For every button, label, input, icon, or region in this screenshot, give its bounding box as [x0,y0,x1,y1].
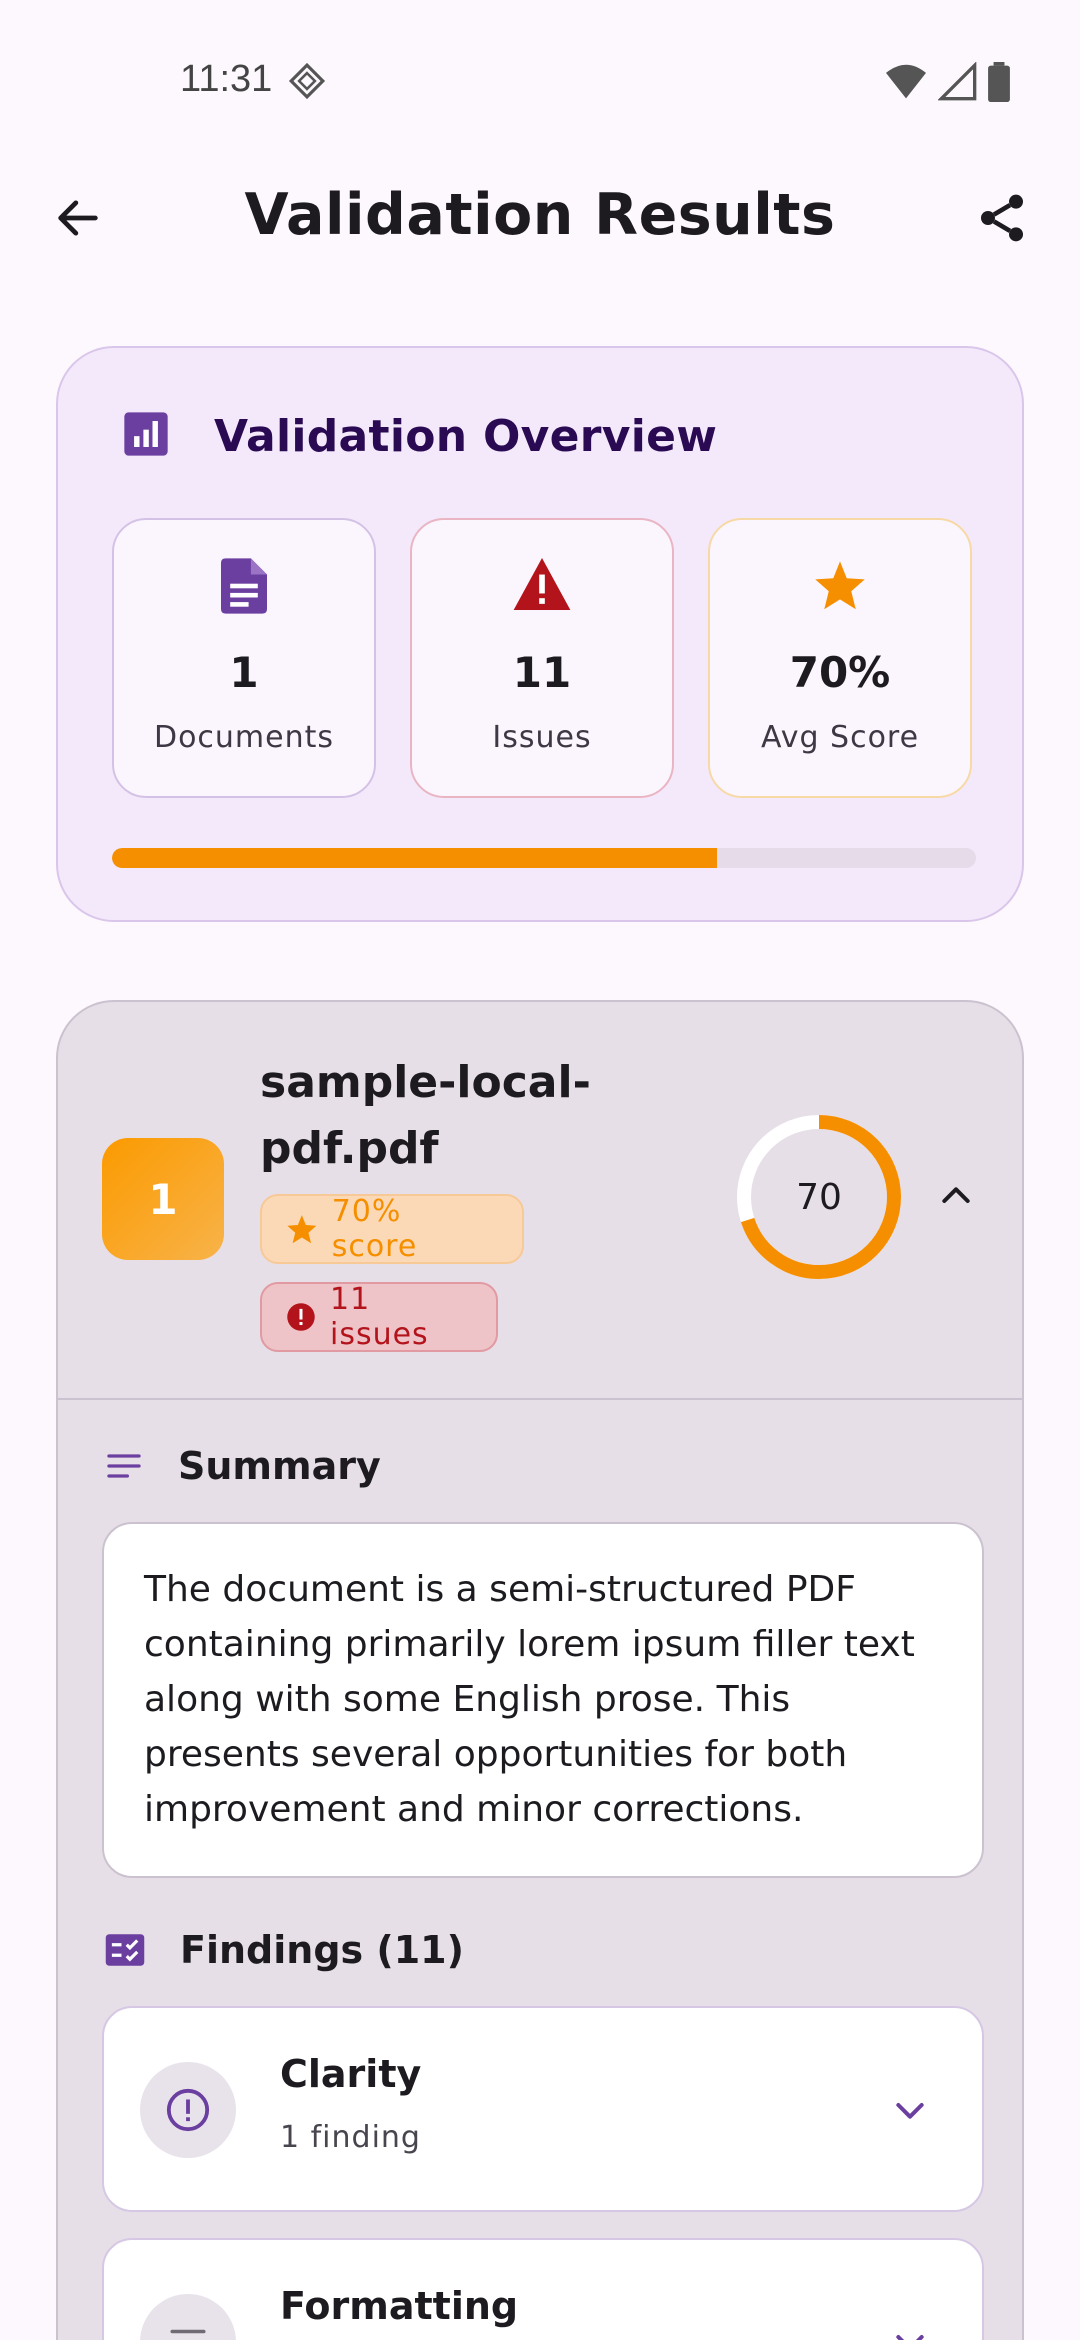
stat-label: Avg Score [760,720,920,755]
stat-documents: 1 Documents [112,518,376,798]
score-ring-value: 70 [796,1176,842,1218]
finding-icon-container [140,2294,236,2340]
share-button[interactable] [964,180,1040,256]
stat-value: 70% [789,648,891,697]
overview-title: Validation Overview [214,410,718,462]
overview-header: Validation Overview [120,408,717,464]
summary-header: Summary [104,1444,381,1488]
stat-value: 11 [512,648,572,697]
score-progress-fill [112,848,717,868]
star-icon [710,558,970,614]
score-badge-label: 70% score [331,1194,418,1264]
finding-count: 1 finding [280,2120,421,2155]
chevron-down-icon [896,2335,924,2340]
stat-avg-score: 70% Avg Score [708,518,972,798]
chart-icon [120,408,172,464]
sim-icon [288,62,326,100]
document-index-badge: 1 [102,1138,224,1260]
status-bar: 11:31 [0,0,1080,160]
error-icon [287,1303,315,1331]
document-icon [114,558,374,614]
stat-label: Documents [153,720,335,755]
format-lines-icon [170,2329,206,2334]
summary-title: Summary [178,1444,381,1488]
document-name: sample-local-pdf.pdf [260,1057,591,1174]
chevron-down-icon [896,2103,924,2119]
finding-category-formatting[interactable]: Formatting [102,2238,984,2340]
finding-title: Formatting [280,2284,519,2328]
findings-title: Findings (11) [180,1928,464,1972]
share-icon [981,194,1023,242]
score-progress-bar [112,848,976,868]
page-title: Validation Results [244,182,836,248]
issues-badge-label: 11 issues [329,1282,429,1352]
checklist-icon [105,1934,145,1966]
status-time: 11:31 [180,58,273,100]
document-result-card: 1 sample-local-pdf.pdf 70% score 11 issu… [56,1000,1024,2340]
star-icon [287,1215,317,1244]
app-bar: Validation Results [0,160,1080,270]
issues-badge: 11 issues [260,1282,498,1352]
wifi-icon [884,62,928,106]
summary-text: The document is a semi-structured PDF co… [102,1522,984,1878]
score-badge: 70% score [260,1194,524,1264]
notes-icon [107,1454,141,1478]
finding-category-clarity[interactable]: Clarity 1 finding [102,2006,984,2212]
cell-signal-icon [937,61,978,106]
warning-icon [412,558,672,614]
stat-label: Issues [492,720,592,755]
findings-header: Findings (11) [104,1928,464,1972]
divider [58,1398,1022,1400]
expand-button[interactable] [874,2306,946,2340]
collapse-button[interactable] [920,1160,992,1232]
chevron-up-icon [942,1187,970,1203]
stat-issues: 11 Issues [410,518,674,798]
finding-icon-container [140,2062,236,2158]
battery-icon [988,62,1010,106]
finding-title: Clarity [280,2052,422,2096]
stat-value: 1 [229,648,259,697]
expand-button[interactable] [874,2074,946,2146]
info-circle-icon [166,2088,210,2132]
validation-overview-card: Validation Overview 1 Documents 11 Issue… [56,346,1024,922]
